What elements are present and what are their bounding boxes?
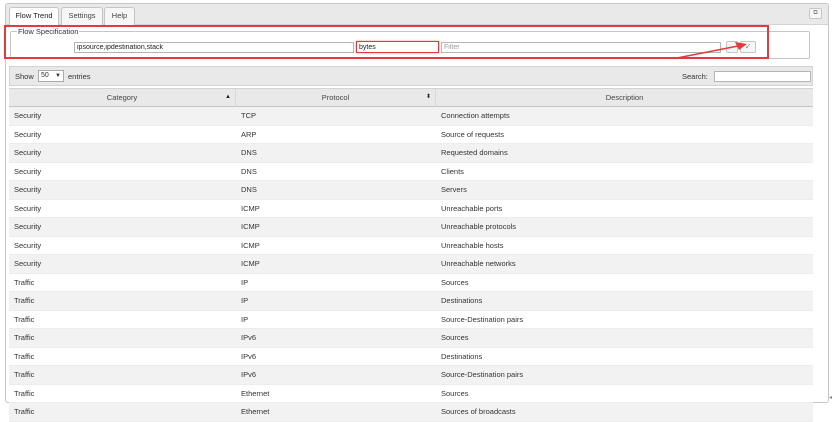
cell-protocol: IPv6 — [241, 351, 257, 361]
cell-category: Traffic — [14, 370, 35, 379]
cell-description: Servers — [441, 185, 467, 194]
cell-protocol: DNS — [241, 185, 257, 194]
table-row[interactable]: Traffic IPv6 Sources — [9, 329, 813, 348]
cell-category: Traffic — [14, 351, 35, 361]
tab-help[interactable]: Help — [104, 7, 135, 25]
cell-description: Clients — [441, 166, 464, 176]
cell-description: Unreachable protocols — [441, 222, 517, 231]
cell-category: Security — [14, 129, 42, 139]
cell-description: Source-Destination pairs — [441, 314, 524, 324]
entries-select[interactable]: 50 ▼ — [38, 70, 64, 82]
cell-category: Traffic — [14, 333, 35, 342]
entries-value: 50 — [41, 72, 49, 79]
restore-icon[interactable]: ⧉ — [809, 8, 822, 19]
column-header-category[interactable]: Category ▲ — [9, 89, 236, 106]
column-header-label: Description — [605, 93, 644, 102]
tab-settings[interactable]: Settings — [61, 7, 103, 25]
table-row[interactable]: Security ARP Source of requests — [9, 126, 813, 144]
cell-description: Sources — [441, 277, 469, 287]
cell-description: Unreachable networks — [441, 259, 516, 268]
cell-protocol: DNS — [241, 148, 257, 157]
sort-both-icon: ⬍ — [425, 94, 431, 100]
cell-description: Sources — [441, 333, 469, 342]
cell-protocol: IP — [241, 296, 249, 305]
tab-bar: Flow Trend Settings Help ⧉ — [6, 4, 828, 26]
column-header-protocol[interactable]: Protocol ⬍ — [236, 89, 436, 106]
table-row[interactable]: Security ICMP Unreachable hosts — [9, 237, 813, 255]
table-row[interactable]: Traffic IP Destinations — [9, 292, 813, 311]
table-row[interactable]: Traffic Ethernet Sources — [9, 385, 813, 403]
cell-protocol: ICMP — [241, 222, 260, 231]
cell-description: Destinations — [441, 351, 483, 361]
cell-description: Connection attempts — [441, 111, 510, 120]
flow-table: Category ▲ Protocol ⬍ Description Securi… — [9, 88, 813, 422]
table-row[interactable]: Traffic IP Sources — [9, 274, 813, 292]
cell-category: Traffic — [14, 296, 35, 305]
cell-description: Unreachable hosts — [441, 240, 504, 250]
cell-protocol: IP — [241, 314, 249, 324]
cell-category: Security — [14, 222, 42, 231]
table-body: Security TCP Connection attempts Security AR… — [9, 107, 813, 422]
cell-category: Traffic — [14, 277, 35, 287]
column-header-description[interactable]: Description — [436, 89, 813, 106]
cell-description: Sources — [441, 388, 469, 398]
cell-description: Source of requests — [441, 129, 504, 139]
cell-description: Requested domains — [441, 148, 508, 157]
show-label: Show — [15, 72, 34, 81]
cell-category: Security — [14, 148, 42, 157]
table-row[interactable]: Security TCP Connection attempts — [9, 107, 813, 126]
cell-protocol: ARP — [241, 129, 257, 139]
cell-description: Destinations — [441, 296, 483, 305]
table-row[interactable]: Traffic IPv6 Destinations — [9, 348, 813, 366]
table-row[interactable]: Security ICMP Unreachable ports — [9, 200, 813, 218]
cell-category: Traffic — [14, 314, 35, 324]
column-header-label: Protocol — [321, 93, 350, 102]
sort-asc-icon: ▲ — [225, 94, 231, 100]
cell-category: Security — [14, 111, 42, 120]
cell-category: Security — [14, 240, 42, 250]
search-input[interactable] — [714, 71, 811, 82]
table-row[interactable]: Traffic IP Source-Destination pairs — [9, 311, 813, 329]
cell-category: Traffic — [14, 388, 35, 398]
cell-protocol: IPv6 — [241, 370, 257, 379]
table-row[interactable]: Security DNS Clients — [9, 163, 813, 181]
table-row[interactable]: Security DNS Servers — [9, 181, 813, 200]
table-row[interactable]: Traffic IPv6 Source-Destination pairs — [9, 366, 813, 385]
annotation-arrow-icon — [676, 42, 747, 59]
cell-category: Security — [14, 203, 42, 213]
table-toolbar: Show 50 ▼ entries Search: — [9, 66, 813, 86]
cell-protocol: ICMP — [241, 259, 260, 268]
search-label: Search: — [682, 72, 708, 81]
cell-protocol: Ethernet — [241, 388, 270, 398]
chevron-down-icon: ▼ — [55, 73, 61, 79]
cell-category: Security — [14, 259, 42, 268]
annotation-box — [4, 25, 769, 59]
cell-description: Source-Destination pairs — [441, 370, 524, 379]
table-header: Category ▲ Protocol ⬍ Description — [9, 88, 813, 107]
column-header-label: Category — [106, 93, 138, 102]
cell-protocol: TCP — [241, 111, 256, 120]
cell-category: Security — [14, 185, 42, 194]
scroll-arrow-icon[interactable]: ◂ — [829, 394, 833, 402]
cell-description: Unreachable ports — [441, 203, 503, 213]
cell-protocol: DNS — [241, 166, 257, 176]
table-row[interactable]: Security ICMP Unreachable networks — [9, 255, 813, 274]
cell-protocol: ICMP — [241, 203, 260, 213]
cell-category: Security — [14, 166, 42, 176]
tab-flow-trend[interactable]: Flow Trend — [9, 7, 59, 26]
cell-protocol: IPv6 — [241, 333, 257, 342]
table-row[interactable]: Security DNS Requested domains — [9, 144, 813, 163]
entries-label: entries — [68, 72, 91, 81]
cell-protocol: IP — [241, 277, 249, 287]
table-row[interactable]: Security ICMP Unreachable protocols — [9, 218, 813, 237]
cell-protocol: ICMP — [241, 240, 260, 250]
